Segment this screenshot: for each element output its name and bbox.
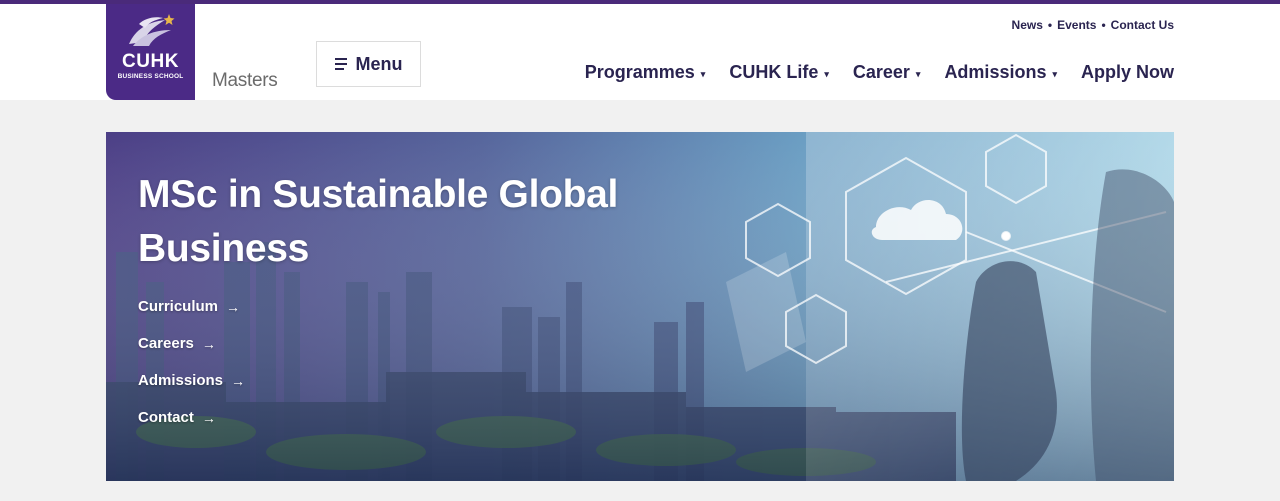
link-label: Curriculum [138,298,219,315]
link-label: Careers [138,335,194,352]
separator: • [1047,18,1053,32]
main-nav: Programmes ▾ CUHK Life ▾ Career ▾ Admiss… [585,62,1174,83]
contact-link[interactable]: Contact → [138,409,658,426]
phoenix-icon [128,14,174,46]
site-header: CUHK BUSINESS SCHOOL Masters Menu News •… [0,4,1280,100]
nav-item-label: Apply Now [1081,62,1174,82]
site-section-label: Masters [212,70,278,91]
link-label: Admissions [138,372,224,389]
utility-nav: News • Events • Contact Us [1012,18,1174,32]
hero-links: Curriculum → Careers → Admissions → Cont… [138,298,658,426]
nav-item-admissions[interactable]: Admissions ▾ [944,62,1057,83]
hero-banner: MSc in Sustainable Global Business Curri… [106,132,1174,481]
nav-item-label: Career [852,62,910,82]
chevron-down-icon: ▾ [915,68,921,79]
logo-cuhk-text: CUHK [122,51,179,72]
hero-content: MSc in Sustainable Global Business Curri… [138,168,658,426]
menu-button-label: Menu [355,53,403,74]
admissions-link[interactable]: Admissions → [138,372,658,389]
contact-us-link[interactable]: Contact Us [1111,18,1174,32]
cuhk-logo[interactable]: CUHK BUSINESS SCHOOL [106,4,195,100]
careers-link[interactable]: Careers → [138,335,658,352]
hamburger-icon [334,58,347,70]
arrow-right-icon: → [201,335,216,352]
nav-item-label: Admissions [944,62,1047,82]
arrow-right-icon: → [201,409,216,426]
arrow-right-icon: → [231,372,246,389]
nav-item-career[interactable]: Career ▾ [853,62,921,83]
events-link[interactable]: Events [1057,18,1096,32]
news-link[interactable]: News [1012,18,1043,32]
chevron-down-icon: ▾ [700,68,706,79]
separator: • [1101,18,1106,32]
arrow-right-icon: → [226,298,241,315]
nav-item-label: CUHK Life [729,62,819,82]
menu-button[interactable]: Menu [316,41,421,87]
chevron-down-icon: ▾ [1052,68,1057,79]
logo-business-school-text: BUSINESS SCHOOL [117,73,184,80]
chevron-down-icon: ▾ [824,68,829,79]
nav-item-programmes[interactable]: Programmes ▾ [585,62,706,83]
hero-title: MSc in Sustainable Global Business [138,173,619,270]
link-label: Contact [138,409,194,426]
curriculum-link[interactable]: Curriculum → [138,298,658,315]
nav-item-cuhk-life[interactable]: CUHK Life ▾ [729,62,829,83]
nav-item-apply-now[interactable]: Apply Now [1081,62,1174,83]
nav-item-label: Programmes [584,62,695,82]
